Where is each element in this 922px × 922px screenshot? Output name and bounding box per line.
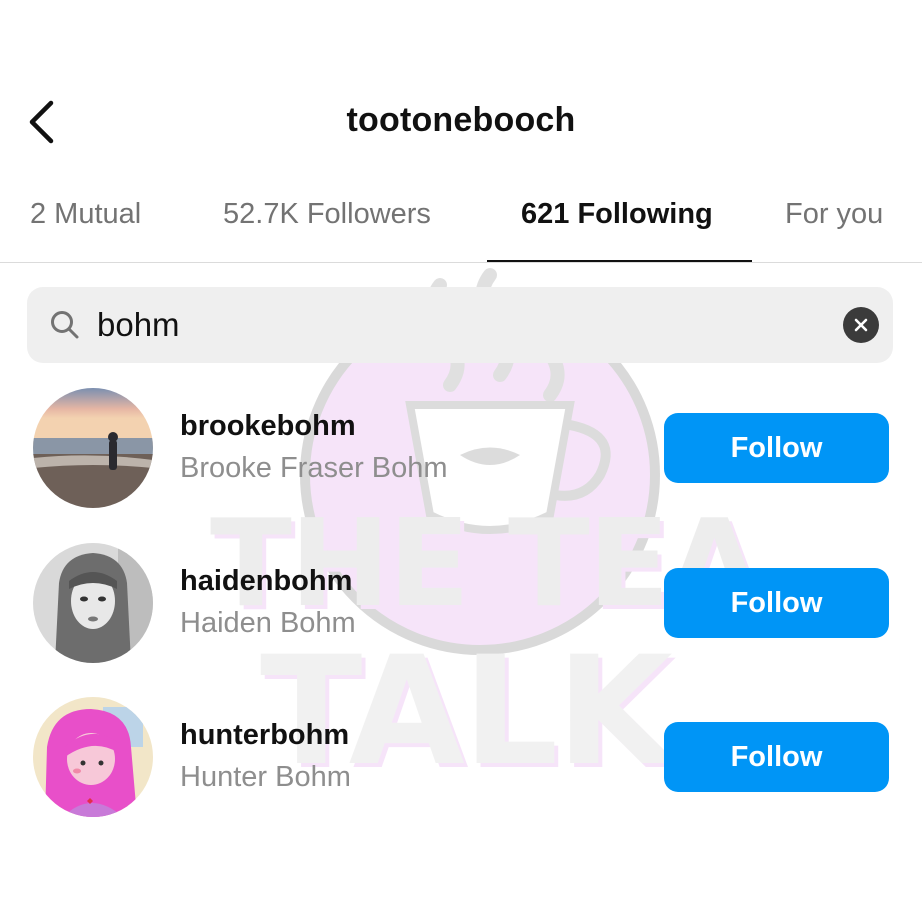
- tab-for-you[interactable]: For you: [785, 198, 883, 231]
- active-tab-indicator: [487, 260, 752, 262]
- list-item: brookebohm Brooke Fraser Bohm Follow: [0, 388, 922, 518]
- tab-mutual[interactable]: 2 Mutual: [30, 198, 141, 231]
- full-name: Haiden Bohm: [180, 607, 356, 639]
- full-name: Hunter Bohm: [180, 761, 351, 793]
- full-name: Brooke Fraser Bohm: [180, 452, 448, 484]
- search-bar[interactable]: [27, 287, 893, 363]
- avatar[interactable]: [33, 543, 153, 663]
- avatar-portrait-image: [33, 543, 153, 663]
- username[interactable]: brookebohm: [180, 410, 356, 443]
- list-item: haidenbohm Haiden Bohm Follow: [0, 543, 922, 673]
- tab-bar: 2 Mutual 52.7K Followers 621 Following F…: [0, 190, 922, 263]
- tab-followers[interactable]: 52.7K Followers: [223, 198, 431, 231]
- avatar[interactable]: [33, 697, 153, 817]
- avatar-beach-image: [33, 388, 153, 508]
- list-item: hunterbohm Hunter Bohm Follow: [0, 697, 922, 827]
- avatar-cartoon-image: [33, 697, 153, 817]
- tab-following[interactable]: 621 Following: [521, 198, 713, 231]
- follow-button[interactable]: Follow: [664, 568, 889, 638]
- username[interactable]: haidenbohm: [180, 565, 352, 598]
- screen: tootonebooch 2 Mutual 52.7K Followers 62…: [0, 0, 922, 922]
- search-input[interactable]: [97, 299, 797, 351]
- follow-button[interactable]: Follow: [664, 722, 889, 792]
- clear-icon: [854, 318, 868, 332]
- avatar[interactable]: [33, 388, 153, 508]
- search-icon: [51, 311, 79, 339]
- clear-search-button[interactable]: [843, 307, 879, 343]
- follow-button[interactable]: Follow: [664, 413, 889, 483]
- page-title: tootonebooch: [346, 101, 576, 139]
- username[interactable]: hunterbohm: [180, 719, 349, 752]
